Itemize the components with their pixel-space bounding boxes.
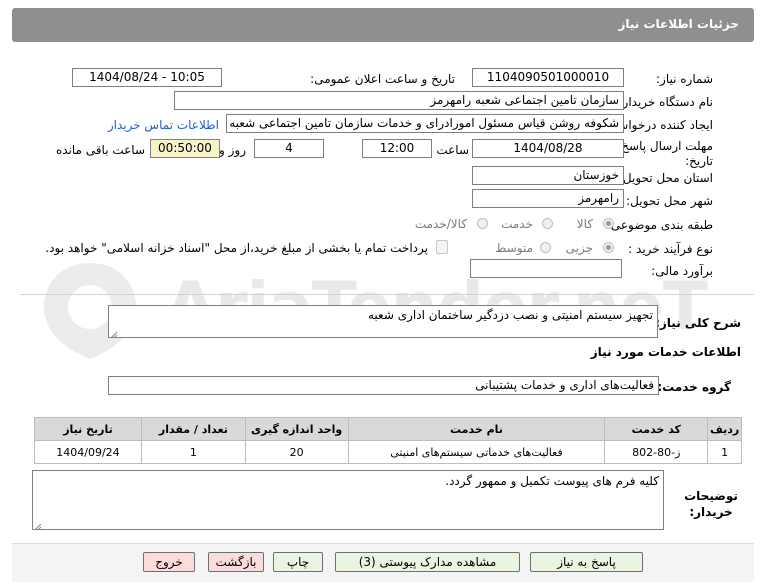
- resize-handle-icon[interactable]: [110, 328, 118, 339]
- back-button[interactable]: بازگشت: [208, 552, 264, 572]
- exit-button[interactable]: خروج: [143, 552, 195, 572]
- section-divider: [20, 294, 754, 295]
- announce-label: تاریخ و ساعت اعلان عمومی:: [310, 72, 455, 86]
- col-service-code: کد خدمت: [604, 417, 709, 441]
- service-group-field: فعالیت‌های اداری و خدمات پشتیبانی: [108, 376, 659, 395]
- cell-need-date: 1404/09/24: [34, 440, 142, 464]
- days-label: روز و: [219, 143, 246, 157]
- purchase-type-label: نوع فرآیند خرید :: [628, 242, 713, 256]
- buyer-notes-field: کلیه فرم های پیوست تکمیل و ممهور گردد.: [32, 470, 664, 530]
- purchase-option-medium: متوسط: [495, 241, 533, 255]
- summary-label: شرح کلی نیاز:: [655, 316, 741, 330]
- summary-field: تجهیز سیستم امنیتی و نصب دزدگیر ساختمان …: [108, 305, 658, 338]
- city-field: رامهرمز: [472, 189, 624, 208]
- announce-field: 1404/08/24 - 10:05: [72, 68, 222, 87]
- city-label: شهر محل تحویل:: [626, 194, 713, 208]
- services-table: تاریخ نیاز تعداد / مقدار واحد اندازه گیر…: [34, 417, 742, 464]
- col-row: ردیف: [707, 417, 742, 441]
- need-number-field: 1104090501000010: [472, 68, 624, 87]
- remaining-label: ساعت باقی مانده: [55, 143, 145, 157]
- reply-button[interactable]: پاسخ به نیاز: [530, 552, 643, 572]
- cell-service-code: ز-80-802: [604, 440, 709, 464]
- category-option-goods-service: کالا/خدمت: [414, 217, 467, 231]
- purchase-option-minor: جزیی: [565, 241, 593, 255]
- requester-field: شکوفه روشن قیاس مسئول امورادرای و خدمات …: [226, 114, 624, 133]
- table-header-row: تاریخ نیاز تعداد / مقدار واحد اندازه گیر…: [34, 417, 742, 441]
- notes-resize-handle-icon[interactable]: [34, 520, 42, 531]
- page-title: جزئیات اطلاعات نیاز: [618, 17, 739, 31]
- category-option-service: خدمت: [501, 217, 533, 231]
- buyer-contact-link[interactable]: اطلاعات تماس خریدار: [108, 118, 219, 132]
- estimate-label: برآورد مالی:: [651, 264, 713, 278]
- estimate-field[interactable]: [470, 259, 622, 278]
- services-section-title: اطلاعات خدمات مورد نیاز: [590, 345, 741, 359]
- table-row: 1404/09/24 1 20 فعالیت‌های خدماتی سیستم‌…: [34, 440, 742, 464]
- cell-row-number: 1: [707, 440, 742, 464]
- need-number-label: شماره نیاز:: [656, 72, 713, 86]
- cell-unit: 20: [244, 440, 349, 464]
- purchase-radio-medium[interactable]: [540, 242, 551, 253]
- treasury-payment-checkbox[interactable]: [436, 240, 448, 254]
- cell-service-name: فعالیت‌های خدماتی سیستم‌های امنیتی: [347, 440, 606, 464]
- print-button[interactable]: چاپ: [273, 552, 323, 572]
- buyer-org-field: سازمان تامین اجتماعی شعبه رامهرمز: [174, 91, 624, 110]
- buyer-org-label: نام دستگاه خریدار:: [618, 95, 714, 109]
- cell-quantity: 1: [140, 440, 246, 464]
- category-radio-service[interactable]: [542, 218, 553, 229]
- col-quantity: تعداد / مقدار: [140, 417, 246, 441]
- col-need-date: تاریخ نیاز: [34, 417, 142, 441]
- deadline-time-label: ساعت: [436, 143, 469, 157]
- deadline-time-field: 12:00: [362, 139, 432, 158]
- province-field: خوزستان: [472, 166, 624, 185]
- province-label: استان محل تحویل:: [618, 171, 713, 185]
- buyer-notes-label: توضیحات خریدار:: [684, 489, 738, 519]
- service-group-label: گروه خدمت:: [657, 380, 731, 394]
- purchase-radio-minor[interactable]: [603, 242, 614, 253]
- remaining-time-field: 00:50:00: [150, 139, 220, 158]
- deadline-date-field: 1404/08/28: [472, 139, 624, 158]
- category-option-goods: کالا: [576, 217, 593, 231]
- category-radio-goods[interactable]: [603, 218, 614, 229]
- category-radio-goods-service[interactable]: [477, 218, 488, 229]
- col-service-name: نام خدمت: [347, 417, 606, 441]
- days-field: 4: [254, 139, 324, 158]
- category-label: طبقه بندی موضوعی:: [606, 218, 713, 232]
- col-unit: واحد اندازه گیری: [244, 417, 349, 441]
- treasury-payment-note: پرداخت تمام یا بخشی از مبلغ خرید،از محل …: [45, 241, 428, 255]
- attachments-button[interactable]: مشاهده مدارک پیوستی (3): [335, 552, 520, 572]
